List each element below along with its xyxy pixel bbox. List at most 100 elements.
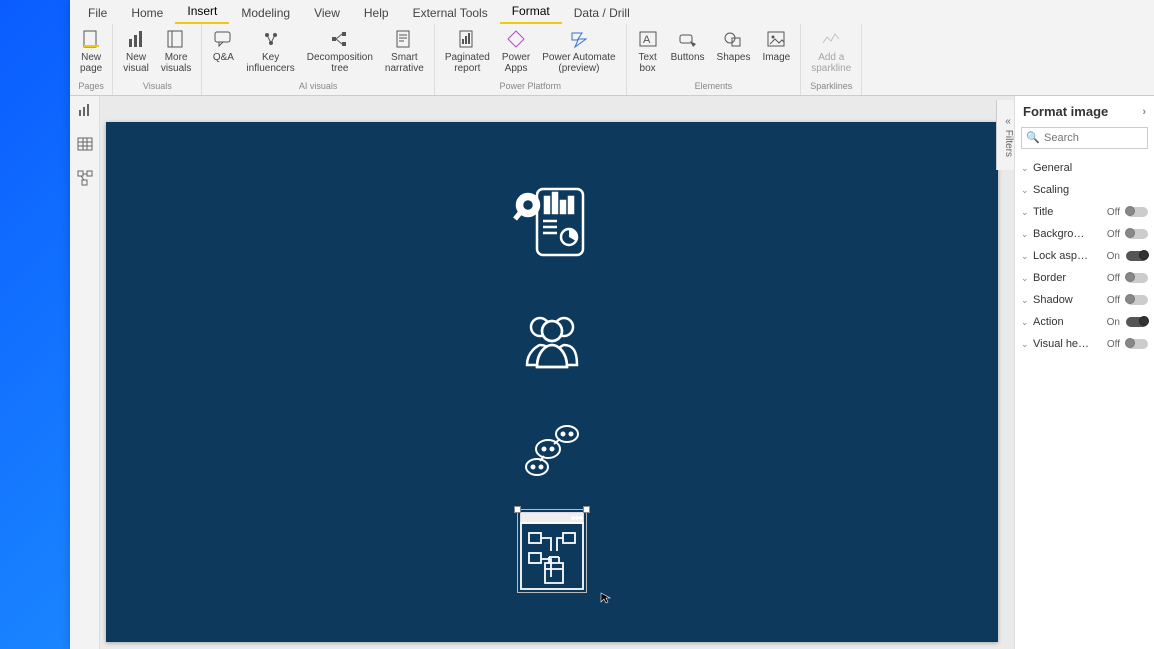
model-view-icon[interactable] — [77, 170, 93, 186]
format-pane: Format image › 🔍 ⌄ General ⌄ Scaling ⌄ T… — [1014, 96, 1154, 649]
chevron-left-icon: « — [1005, 116, 1011, 127]
image-button[interactable]: Image — [758, 26, 794, 65]
tab-file[interactable]: File — [76, 2, 119, 24]
qa-button[interactable]: Q&A — [208, 26, 238, 65]
border-toggle[interactable] — [1126, 273, 1148, 283]
visual-header-toggle[interactable] — [1126, 339, 1148, 349]
format-pane-title: Format image — [1023, 104, 1108, 119]
tab-insert[interactable]: Insert — [175, 0, 229, 24]
section-general-label: General — [1033, 162, 1148, 174]
smart-narrative-button[interactable]: Smart narrative — [381, 26, 428, 76]
group-elements-label: Elements — [695, 81, 733, 93]
section-background[interactable]: ⌄ Backgro… Off — [1015, 223, 1154, 245]
tab-format[interactable]: Format — [500, 0, 562, 24]
tab-external-tools[interactable]: External Tools — [401, 2, 500, 24]
format-pane-header: Format image › — [1015, 96, 1154, 127]
ribbon-tabs: File Home Insert Modeling View Help Exte… — [70, 0, 1154, 24]
section-shadow-state: Off — [1107, 295, 1120, 306]
tab-data-drill[interactable]: Data / Drill — [562, 2, 642, 24]
chevron-down-icon: ⌄ — [1021, 229, 1029, 240]
section-shadow[interactable]: ⌄ Shadow Off — [1015, 289, 1154, 311]
tab-home[interactable]: Home — [119, 2, 175, 24]
section-action[interactable]: ⌄ Action On — [1015, 311, 1154, 333]
decomposition-tree-button[interactable]: Decomposition tree — [303, 26, 377, 76]
qa-label: Q&A — [213, 52, 234, 63]
chevron-down-icon: ⌄ — [1021, 273, 1029, 284]
key-influencers-button[interactable]: Key influencers — [242, 26, 298, 76]
paginated-report-icon — [456, 28, 478, 50]
buttons-button[interactable]: Buttons — [667, 26, 709, 65]
section-action-label: Action — [1033, 316, 1103, 328]
power-apps-label: Power Apps — [502, 52, 530, 74]
data-view-icon[interactable] — [77, 136, 93, 152]
canvas-image-data-model-selected[interactable] — [518, 510, 586, 592]
power-apps-icon — [505, 28, 527, 50]
group-ai-visuals-label: AI visuals — [299, 81, 338, 93]
filters-pane-toggle[interactable]: « Filters — [996, 100, 1014, 170]
power-automate-icon — [568, 28, 590, 50]
group-visuals-label: Visuals — [143, 81, 172, 93]
tab-view[interactable]: View — [302, 2, 352, 24]
report-view-icon[interactable] — [77, 102, 93, 118]
shapes-icon — [722, 28, 744, 50]
add-sparkline-button: Add a sparkline — [807, 26, 855, 76]
report-canvas[interactable] — [106, 122, 998, 642]
text-box-button[interactable]: A Text box — [633, 26, 663, 76]
paginated-report-button[interactable]: Paginated report — [441, 26, 494, 76]
key-influencers-label: Key influencers — [246, 52, 294, 74]
chevron-down-icon: ⌄ — [1021, 163, 1029, 174]
chevron-down-icon: ⌄ — [1021, 295, 1029, 306]
group-ai-visuals: Q&A Key influencers Decomposition tree S… — [202, 24, 434, 95]
shadow-toggle[interactable] — [1126, 295, 1148, 305]
section-title[interactable]: ⌄ Title Off — [1015, 201, 1154, 223]
canvas-area[interactable]: « Filters — [100, 96, 1014, 649]
group-pages-label: Pages — [78, 81, 104, 93]
smart-narrative-icon — [393, 28, 415, 50]
background-toggle[interactable] — [1126, 229, 1148, 239]
power-apps-button[interactable]: Power Apps — [498, 26, 534, 76]
image-label: Image — [762, 52, 790, 63]
chevron-right-icon[interactable]: › — [1142, 106, 1146, 118]
section-border-label: Border — [1033, 272, 1103, 284]
section-general[interactable]: ⌄ General — [1015, 157, 1154, 179]
section-lock-aspect[interactable]: ⌄ Lock asp… On — [1015, 245, 1154, 267]
action-toggle[interactable] — [1126, 317, 1148, 327]
lock-aspect-toggle[interactable] — [1126, 251, 1148, 261]
section-background-state: Off — [1107, 229, 1120, 240]
format-search-input[interactable] — [1021, 127, 1148, 149]
app-window: File Home Insert Modeling View Help Exte… — [70, 0, 1154, 649]
search-icon: 🔍 — [1026, 131, 1040, 144]
bar-chart-icon — [125, 28, 147, 50]
section-visual-header[interactable]: ⌄ Visual he… Off — [1015, 333, 1154, 355]
section-visual-header-state: Off — [1107, 339, 1120, 350]
buttons-icon — [677, 28, 699, 50]
text-box-label: Text box — [638, 52, 656, 74]
canvas-image-games[interactable] — [520, 417, 584, 481]
group-sparklines: Add a sparkline Sparklines — [801, 24, 862, 95]
title-toggle[interactable] — [1126, 207, 1148, 217]
decomposition-tree-label: Decomposition tree — [307, 52, 373, 74]
group-pages: New page Pages — [70, 24, 113, 95]
key-influencers-icon — [260, 28, 282, 50]
section-border[interactable]: ⌄ Border Off — [1015, 267, 1154, 289]
canvas-image-analytics[interactable] — [512, 182, 592, 262]
speech-bubble-icon — [212, 28, 234, 50]
tab-modeling[interactable]: Modeling — [229, 2, 302, 24]
more-visuals-button[interactable]: More visuals — [157, 26, 196, 76]
new-visual-button[interactable]: New visual — [119, 26, 153, 76]
view-rail — [70, 96, 100, 649]
shapes-button[interactable]: Shapes — [713, 26, 755, 65]
format-search: 🔍 — [1021, 127, 1148, 149]
mouse-cursor-icon — [600, 592, 612, 604]
group-elements: A Text box Buttons Shapes Image Elements — [627, 24, 802, 95]
power-automate-button[interactable]: Power Automate (preview) — [538, 26, 619, 76]
group-power-platform: Paginated report Power Apps Power Automa… — [435, 24, 627, 95]
chevron-down-icon: ⌄ — [1021, 339, 1029, 350]
new-page-button[interactable]: New page — [76, 26, 106, 76]
section-lock-aspect-label: Lock asp… — [1033, 250, 1103, 262]
section-scaling[interactable]: ⌄ Scaling — [1015, 179, 1154, 201]
chevron-down-icon: ⌄ — [1021, 317, 1029, 328]
tab-help[interactable]: Help — [352, 2, 401, 24]
canvas-image-users[interactable] — [517, 307, 587, 377]
more-visuals-icon — [165, 28, 187, 50]
